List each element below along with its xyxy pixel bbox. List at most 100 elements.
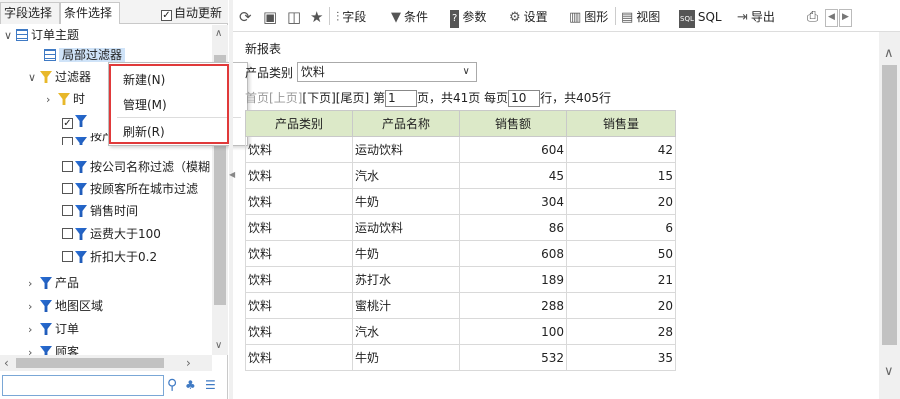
export-icon: ⇥ bbox=[737, 10, 748, 25]
chevron-down-icon[interactable]: ∨ bbox=[4, 26, 16, 46]
save-icon[interactable]: ▣ bbox=[263, 8, 277, 26]
view-button[interactable]: ▤ 视图 bbox=[621, 8, 660, 26]
checkbox-icon[interactable]: ✓ bbox=[161, 10, 172, 21]
tree-item[interactable]: 销售时间 bbox=[62, 201, 138, 221]
table-cell: 35 bbox=[566, 344, 676, 371]
checkbox-icon[interactable] bbox=[62, 137, 73, 145]
table-row[interactable]: 饮料 牛奶 608 50 bbox=[245, 240, 676, 267]
chevron-left-icon[interactable]: ◀ bbox=[825, 9, 838, 27]
tree-view-icon[interactable]: ♣ bbox=[185, 378, 196, 392]
column-header[interactable]: 产品类别 bbox=[245, 110, 353, 137]
star-icon[interactable]: ★ bbox=[310, 8, 323, 26]
refresh-icon[interactable]: ⟳ bbox=[239, 8, 252, 26]
table-row[interactable]: 饮料 蜜桃汁 288 20 bbox=[245, 292, 676, 319]
column-header[interactable]: 销售量 bbox=[566, 110, 676, 137]
table-cell: 饮料 bbox=[245, 266, 353, 293]
chevron-up-icon[interactable]: ∧ bbox=[884, 46, 894, 61]
print-icon[interactable]: ⎙ bbox=[807, 8, 818, 26]
page-number-input[interactable]: 1 bbox=[384, 90, 417, 107]
category-select[interactable]: 饮料 ∨ bbox=[296, 62, 477, 82]
pager: 首页[上页][下页][尾页] 第 1 页，共41页 每页 10 行，共405行 bbox=[245, 90, 611, 107]
tree-group[interactable]: › 订单 bbox=[28, 319, 79, 339]
chevron-down-icon[interactable]: ∨ bbox=[215, 340, 222, 351]
table-cell: 饮料 bbox=[245, 292, 353, 319]
rows-per-page-input[interactable]: 10 bbox=[508, 90, 541, 107]
chevron-right-icon[interactable]: ▶ bbox=[839, 9, 852, 27]
search-input[interactable] bbox=[2, 375, 164, 396]
tab-condition-select[interactable]: 条件选择 bbox=[60, 2, 120, 24]
table-cell: 牛奶 bbox=[352, 344, 460, 371]
search-icon[interactable]: ⚲ bbox=[167, 377, 177, 393]
table-row[interactable]: 饮料 汽水 45 15 bbox=[245, 162, 676, 189]
chevron-right-icon[interactable]: › bbox=[28, 320, 40, 340]
gear-icon: ⚙ bbox=[509, 10, 521, 25]
conditions-button[interactable]: ▼ 条件 bbox=[391, 8, 428, 26]
checkbox-icon[interactable] bbox=[62, 251, 73, 262]
tree-group[interactable]: › 地图区域 bbox=[28, 296, 103, 316]
table-row[interactable]: 饮料 汽水 100 28 bbox=[245, 318, 676, 345]
table-cell: 饮料 bbox=[245, 214, 353, 241]
filter-label: 产品类别 bbox=[245, 65, 294, 80]
report-scroll-thumb[interactable] bbox=[882, 65, 897, 345]
tree-item[interactable]: 按顾客所在城市过滤 bbox=[62, 179, 198, 199]
chevron-right-icon[interactable]: › bbox=[28, 297, 40, 317]
tab-field-select[interactable]: 字段选择 bbox=[0, 2, 60, 24]
auto-update-toggle[interactable]: ✓ 自动更新 bbox=[161, 4, 222, 21]
chevron-down-icon[interactable]: ∨ bbox=[884, 364, 894, 379]
checkbox-icon[interactable] bbox=[62, 161, 73, 172]
export-button[interactable]: ⇥ 导出 bbox=[737, 8, 775, 26]
table-cell: 189 bbox=[459, 266, 567, 293]
tree-item[interactable]: 运费大于100 bbox=[62, 224, 161, 244]
next-page-link[interactable]: [下页] bbox=[302, 91, 335, 105]
left-panel: 字段选择 条件选择 ✓自动更新 ∨订单主题 局部过滤器 ∨过滤器 ›时 ✓ 按产… bbox=[0, 0, 228, 399]
table-row[interactable]: 饮料 牛奶 532 35 bbox=[245, 344, 676, 371]
params-button[interactable]: ? 参数 bbox=[450, 8, 486, 28]
chevron-down-icon[interactable]: ∨ bbox=[28, 68, 40, 88]
chart-button[interactable]: ▥ 图形 bbox=[569, 8, 608, 26]
tree-time-node[interactable]: › 时 bbox=[46, 89, 85, 109]
column-header[interactable]: 销售额 bbox=[459, 110, 567, 137]
table-row[interactable]: 饮料 运动饮料 604 42 bbox=[245, 136, 676, 163]
tree-item[interactable]: 折扣大于0.2 bbox=[62, 247, 157, 267]
table-cell: 运动饮料 bbox=[352, 214, 460, 241]
table-cell: 20 bbox=[566, 292, 676, 319]
table-row[interactable]: 饮料 牛奶 304 20 bbox=[245, 188, 676, 215]
chevron-right-icon[interactable]: › bbox=[28, 343, 40, 355]
save-as-icon[interactable]: ◫ bbox=[287, 8, 301, 26]
report-title: 新报表 bbox=[245, 42, 282, 56]
settings-button[interactable]: ⚙ 设置 bbox=[509, 8, 548, 26]
sql-button[interactable]: SQL SQL bbox=[679, 8, 722, 28]
checkbox-icon[interactable] bbox=[62, 228, 73, 239]
table-cell: 汽水 bbox=[352, 318, 460, 345]
chevron-right-icon[interactable]: › bbox=[46, 90, 58, 110]
checkbox-icon[interactable]: ✓ bbox=[62, 118, 73, 129]
chevron-up-icon[interactable]: ∧ bbox=[215, 28, 222, 39]
column-header[interactable]: 产品名称 bbox=[352, 110, 460, 137]
table-cell: 21 bbox=[566, 266, 676, 293]
table-cell: 86 bbox=[459, 214, 567, 241]
toolbar-divider bbox=[329, 7, 330, 25]
tree-root[interactable]: ∨ 订单主题 bbox=[4, 25, 79, 45]
last-page-link[interactable]: [尾页] bbox=[336, 91, 369, 105]
list-view-icon[interactable]: ☰ bbox=[205, 378, 216, 392]
tree-hscroll-thumb[interactable] bbox=[16, 358, 164, 368]
fields-button[interactable]: ⫶ 字段 bbox=[336, 8, 366, 26]
checkbox-icon[interactable] bbox=[62, 183, 73, 194]
filter-icon bbox=[75, 137, 87, 145]
tree-item-checked[interactable]: ✓ bbox=[62, 111, 90, 131]
chevron-right-icon[interactable]: › bbox=[28, 274, 40, 294]
chevron-left-icon[interactable]: ‹ bbox=[4, 356, 9, 370]
fields-icon: ⫶ bbox=[336, 10, 340, 25]
table-cell: 饮料 bbox=[245, 240, 353, 267]
table-header-row: 产品类别 产品名称 销售额 销售量 bbox=[245, 110, 676, 137]
tree-item[interactable]: 按公司名称过滤（模糊 bbox=[62, 157, 210, 177]
prev-page-link[interactable]: [上页] bbox=[269, 91, 302, 105]
tree-filters[interactable]: ∨ 过滤器 bbox=[28, 67, 91, 87]
tree-group[interactable]: › 产品 bbox=[28, 273, 79, 293]
chevron-right-icon[interactable]: › bbox=[186, 356, 191, 370]
tree-group[interactable]: › 顾客 bbox=[28, 342, 79, 355]
table-row[interactable]: 饮料 运动饮料 86 6 bbox=[245, 214, 676, 241]
first-page-link[interactable]: 首页 bbox=[245, 91, 269, 105]
table-row[interactable]: 饮料 苏打水 189 21 bbox=[245, 266, 676, 293]
checkbox-icon[interactable] bbox=[62, 205, 73, 216]
